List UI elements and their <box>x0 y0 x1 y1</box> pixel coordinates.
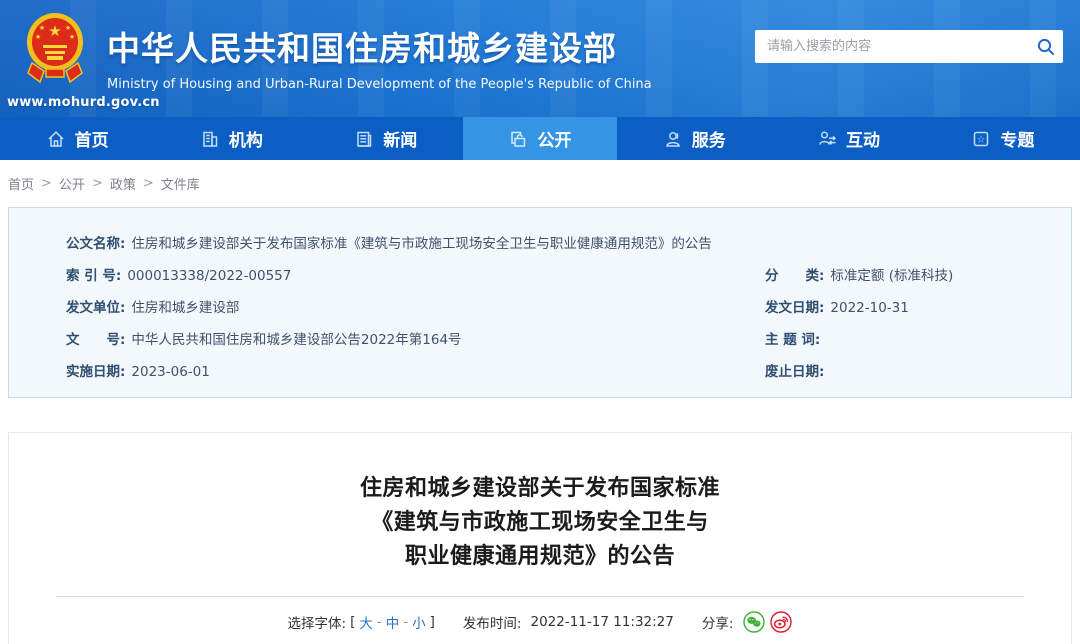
article-title-line-3: 职业健康通用规范》的公告 <box>404 544 675 569</box>
nav-item-label: 互动 <box>846 131 881 151</box>
font-size-label: 选择字体: <box>287 616 347 632</box>
meta-value: 2023-06-01 <box>131 364 210 380</box>
meta-label: 分 类: <box>765 268 825 284</box>
service-icon <box>663 129 683 149</box>
meta-row-doc-name: 公文名称: 住房和城乡建设部关于发布国家标准《建筑与市政施工现场安全卫生与职业健… <box>66 234 1051 254</box>
document-meta-panel: 公文名称: 住房和城乡建设部关于发布国家标准《建筑与市政施工现场安全卫生与职业健… <box>8 207 1072 398</box>
breadcrumb-disclosure[interactable]: 公开 <box>59 174 85 193</box>
nav-item-home[interactable]: 首页 <box>0 117 154 160</box>
article-container: 住房和城乡建设部关于发布国家标准 《建筑与市政施工现场安全卫生与 职业健康通用规… <box>8 432 1072 644</box>
share-label: 分享: <box>701 616 734 632</box>
breadcrumb-home[interactable]: 首页 <box>8 174 34 193</box>
nav-item-news[interactable]: 新闻 <box>309 117 463 160</box>
nav-item-topics[interactable]: ☆ 专题 <box>926 117 1080 160</box>
meta-label: 公文名称: <box>66 236 126 252</box>
publish-time-value: 2022-11-17 11:32:27 <box>530 614 674 630</box>
meta-row-keywords: 主 题 词: <box>765 330 1051 350</box>
nav-item-label: 公开 <box>537 131 572 151</box>
svg-text:★: ★ <box>48 22 61 40</box>
article-title: 住房和城乡建设部关于发布国家标准 《建筑与市政施工现场安全卫生与 职业健康通用规… <box>9 472 1071 574</box>
meta-value: 2022-10-31 <box>830 300 909 316</box>
meta-value: 000013338/2022-00557 <box>127 268 292 284</box>
breadcrumb-separator: > <box>41 176 52 191</box>
nav-item-label: 机构 <box>228 131 263 151</box>
svg-text:★: ★ <box>35 33 41 41</box>
meta-row-doc-number: 文 号: 中华人民共和国住房和城乡建设部公告2022年第164号 <box>66 330 765 350</box>
publish-time: 发布时间: 2022-11-17 11:32:27 <box>463 612 674 632</box>
site-url: www.mohurd.gov.cn <box>7 95 160 110</box>
site-title-chinese: 中华人民共和国住房和城乡建设部 <box>107 29 617 68</box>
search-box <box>755 30 1063 63</box>
meta-value: 中华人民共和国住房和城乡建设部公告2022年第164号 <box>131 332 462 348</box>
meta-label: 发文单位: <box>66 300 126 316</box>
meta-value: 标准定额 (标准科技) <box>830 268 954 284</box>
svg-text:★: ★ <box>39 24 45 32</box>
breadcrumb-document-library[interactable]: 文件库 <box>161 174 200 193</box>
svg-text:☆: ☆ <box>977 134 986 145</box>
nav-item-service[interactable]: 服务 <box>617 117 771 160</box>
meta-row-abolition-date: 废止日期: <box>765 362 1051 382</box>
article-title-line-1: 住房和城乡建设部关于发布国家标准 <box>359 476 720 501</box>
meta-row-issue-date: 发文日期: 2022-10-31 <box>765 298 1051 318</box>
meta-row-index-number: 索 引 号: 000013338/2022-00557 <box>66 266 765 286</box>
meta-label: 发文日期: <box>765 300 825 316</box>
nav-item-label: 新闻 <box>383 131 418 151</box>
search-icon[interactable] <box>1029 30 1063 63</box>
home-icon <box>46 129 66 149</box>
meta-label: 主 题 词: <box>765 332 821 348</box>
nav-item-label: 服务 <box>691 131 726 151</box>
wechat-icon[interactable] <box>743 611 766 633</box>
font-size-dash: - <box>376 614 382 630</box>
meta-label: 实施日期: <box>66 364 126 380</box>
nav-item-interaction[interactable]: 互动 <box>771 117 925 160</box>
font-size-medium-button[interactable]: 中 <box>386 612 400 632</box>
site-header: ★ ★ ★ ★ ★ www.mohurd.gov.cn 中华人民共和国住房和城乡… <box>0 0 1080 117</box>
meta-row-category: 分 类: 标准定额 (标准科技) <box>765 266 1051 286</box>
breadcrumb-separator: > <box>142 176 154 191</box>
meta-label: 索 引 号: <box>66 268 122 284</box>
font-size-large-button[interactable]: 大 <box>359 612 373 632</box>
article-title-line-2: 《建筑与市政施工现场安全卫生与 <box>371 510 709 535</box>
china-national-emblem-icon: ★ ★ ★ ★ ★ <box>26 9 84 91</box>
site-title-english: Ministry of Housing and Urban-Rural Deve… <box>107 77 652 92</box>
breadcrumb-separator: > <box>91 176 103 191</box>
share-group: 分享: <box>702 611 793 633</box>
nav-item-label: 专题 <box>1000 131 1035 151</box>
font-size-selector: 选择字体: [ 大 - 中 - 小 ] <box>288 612 435 632</box>
font-size-dash: - <box>403 614 409 630</box>
news-icon <box>354 129 374 149</box>
meta-row-issuing-unit: 发文单位: 住房和城乡建设部 <box>66 298 765 318</box>
main-nav: 首页 机构 新闻 公开 服务 互动 ☆ 专题 <box>0 117 1080 160</box>
meta-label: 文 号: <box>66 332 126 348</box>
meta-row-implementation-date: 实施日期: 2023-06-01 <box>66 362 765 382</box>
svg-text:★: ★ <box>65 24 71 32</box>
nav-item-label: 首页 <box>74 131 109 151</box>
publish-time-label: 发布时间: <box>462 616 522 632</box>
breadcrumb-policy[interactable]: 政策 <box>110 174 136 193</box>
topics-icon: ☆ <box>971 129 991 149</box>
bracket-close: ] <box>429 614 435 630</box>
meta-value: 住房和城乡建设部 <box>131 300 240 316</box>
meta-value: 住房和城乡建设部关于发布国家标准《建筑与市政施工现场安全卫生与职业健康通用规范》… <box>131 236 712 252</box>
article-toolbar: 选择字体: [ 大 - 中 - 小 ] 发布时间: 2022-11-17 11:… <box>9 611 1071 633</box>
organization-icon <box>200 129 220 149</box>
nav-item-disclosure[interactable]: 公开 <box>462 117 618 160</box>
font-size-small-button[interactable]: 小 <box>412 612 426 632</box>
svg-text:★: ★ <box>69 33 75 41</box>
search-input[interactable] <box>755 30 1029 63</box>
bracket-open: [ <box>350 614 356 630</box>
title-divider <box>56 596 1024 597</box>
interaction-icon <box>817 129 837 149</box>
breadcrumb: 首页 > 公开 > 政策 > 文件库 <box>0 160 1080 207</box>
weibo-icon[interactable] <box>770 611 793 633</box>
disclosure-icon <box>508 129 528 149</box>
nav-item-organization[interactable]: 机构 <box>154 117 308 160</box>
meta-label: 废止日期: <box>765 364 825 380</box>
